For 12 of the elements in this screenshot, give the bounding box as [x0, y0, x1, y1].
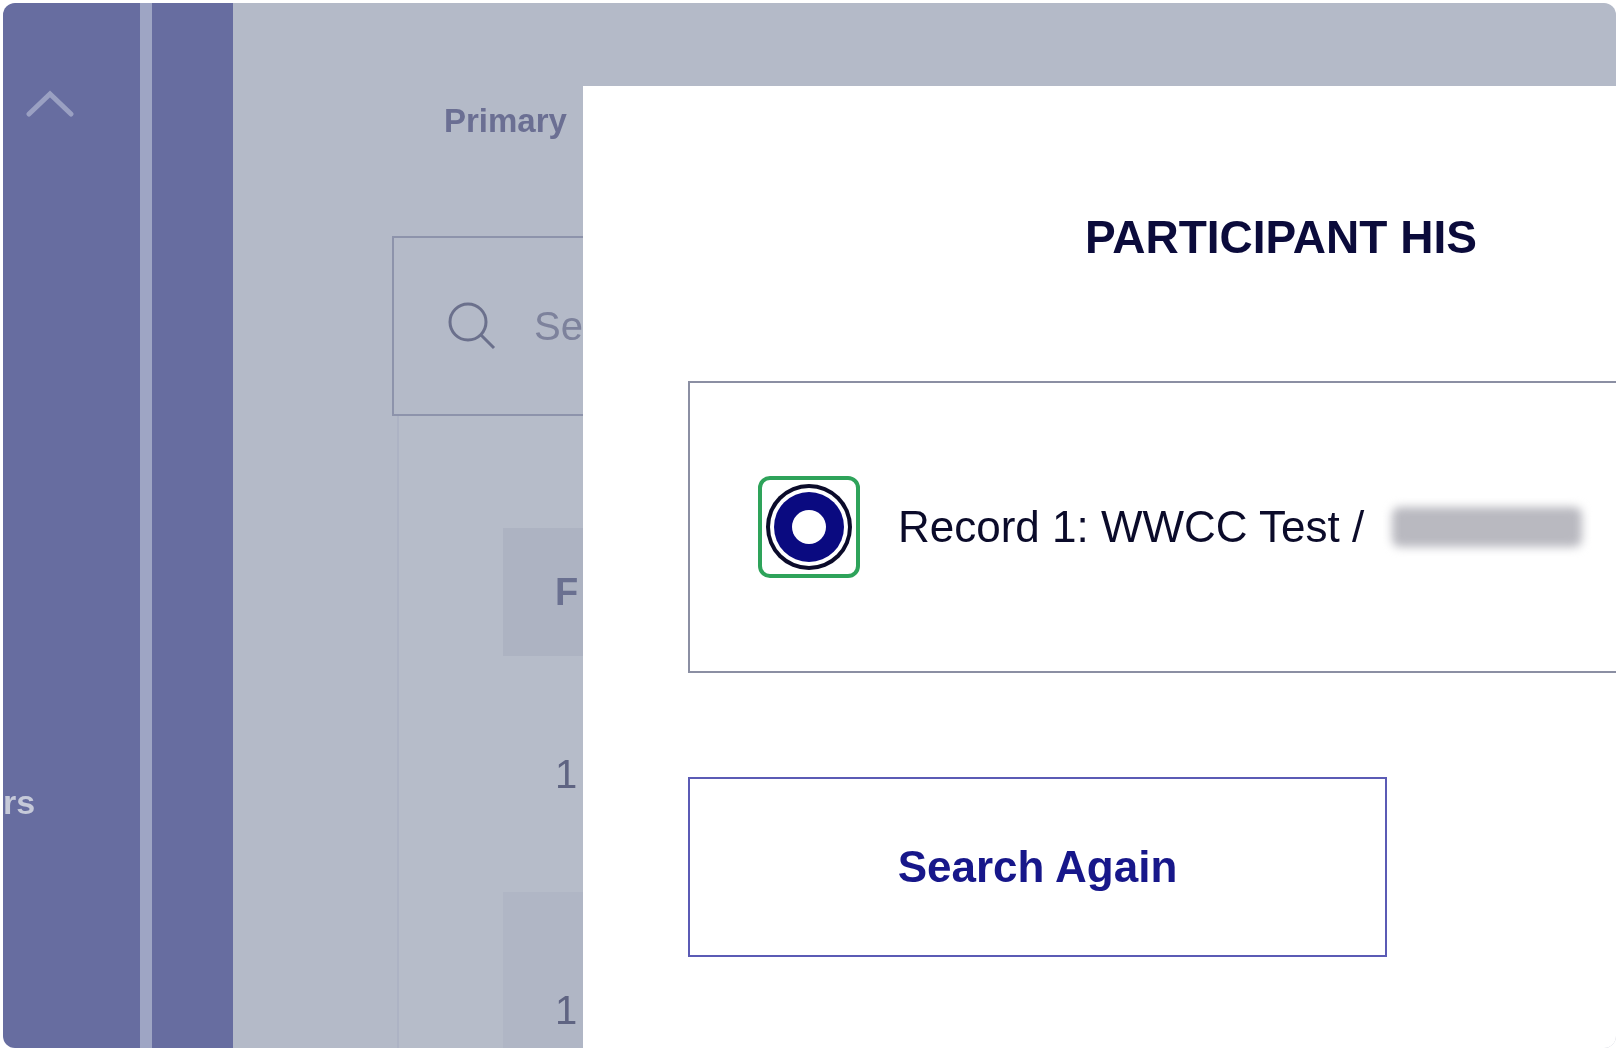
record-option[interactable]: Record 1: WWCC Test / [688, 381, 1616, 674]
search-again-button[interactable]: Search Again [688, 777, 1387, 958]
search-box[interactable]: Se [392, 236, 583, 416]
radio-button[interactable] [758, 476, 860, 579]
table-cell-text: 1 [554, 751, 579, 798]
table-cell: 1 [503, 892, 583, 1048]
table-header-cell: F [503, 528, 583, 656]
page-heading: Primary [444, 104, 567, 137]
record-label: Record 1: WWCC Test / [898, 501, 1365, 554]
modal-title: PARTICIPANT HIS [1085, 210, 1478, 265]
search-icon [446, 300, 498, 352]
search-input[interactable]: Se [534, 296, 584, 356]
